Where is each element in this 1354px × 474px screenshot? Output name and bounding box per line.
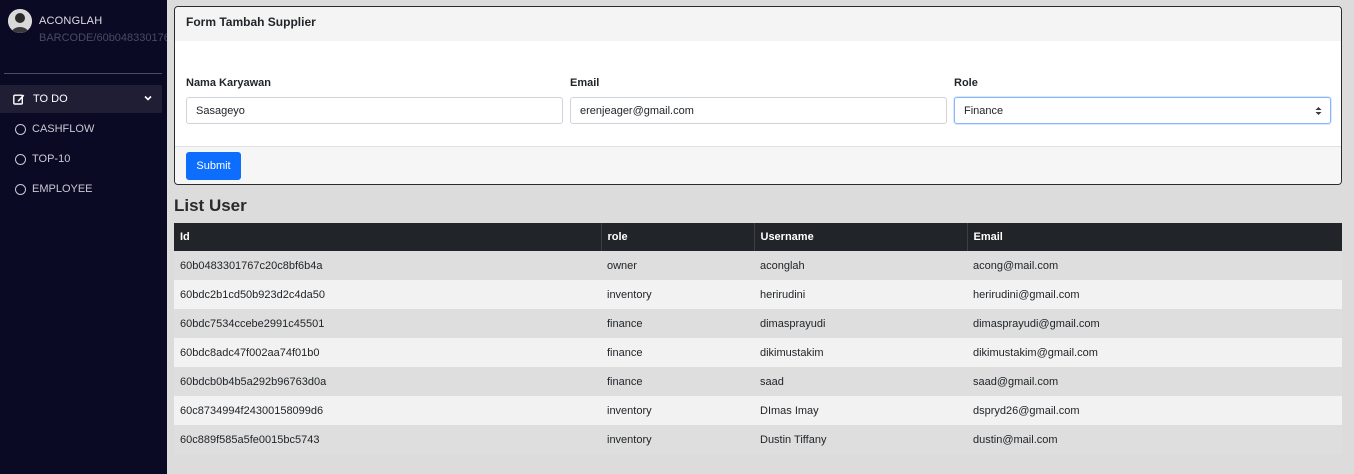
cell-username: herirudini xyxy=(754,280,967,309)
column-header-email[interactable]: Email xyxy=(966,223,1342,251)
circle-icon xyxy=(15,153,26,165)
table-row[interactable]: 60bdcb0b4b5a292b96763d0a finance saad sa… xyxy=(174,367,1342,396)
user-barcode: BARCODE/60b0483301767c20c8bf6b4a xyxy=(39,32,167,44)
submit-button[interactable]: Submit xyxy=(186,152,241,180)
form-body: Nama Karyawan Email Role Finance xyxy=(175,41,1341,146)
sidebar-item-top10[interactable]: TOP-10 xyxy=(0,145,162,173)
cell-role: inventory xyxy=(601,425,754,454)
user-name: ACONGLAH xyxy=(39,15,103,27)
table-header-row: Id role Username Email xyxy=(174,223,1342,251)
cell-role: finance xyxy=(601,367,754,396)
cell-role: owner xyxy=(601,251,754,280)
cell-username: dimasprayudi xyxy=(754,309,967,338)
column-header-role[interactable]: role xyxy=(600,223,754,251)
sidebar-divider xyxy=(4,73,162,74)
name-label: Nama Karyawan xyxy=(186,77,271,89)
edit-icon xyxy=(13,94,25,105)
cell-id: 60b0483301767c20c8bf6b4a xyxy=(174,251,601,280)
chevron-down-icon xyxy=(144,95,152,101)
supplier-form-card: Form Tambah Supplier Nama Karyawan Email… xyxy=(174,6,1342,185)
cell-id: 60bdc2b1cd50b923d2c4da50 xyxy=(174,280,601,309)
column-header-id[interactable]: Id xyxy=(174,223,601,251)
cell-id: 60bdc8adc47f002aa74f01b0 xyxy=(174,338,601,367)
form-title: Form Tambah Supplier xyxy=(175,7,1341,41)
cell-username: Dustin Tiffany xyxy=(754,425,967,454)
sidebar-nav: TO DO CASHFLOW TOP-10 EMPLOYEE xyxy=(0,85,162,205)
cell-id: 60bdc7534ccebe2991c45501 xyxy=(174,309,601,338)
cell-role: finance xyxy=(601,338,754,367)
name-field-group: Nama Karyawan xyxy=(186,77,563,124)
cell-role: inventory xyxy=(601,396,754,425)
table-row[interactable]: 60c8734994f24300158099d6 inventory DImas… xyxy=(174,396,1342,425)
sidebar-item-label: CASHFLOW xyxy=(32,123,95,135)
cell-username: DImas Imay xyxy=(754,396,967,425)
table-row[interactable]: 60bdc2b1cd50b923d2c4da50 inventory herir… xyxy=(174,280,1342,309)
cell-role: inventory xyxy=(601,280,754,309)
table-row[interactable]: 60bdc7534ccebe2991c45501 finance dimaspr… xyxy=(174,309,1342,338)
cell-email: acong@mail.com xyxy=(967,251,1342,280)
list-title: List User xyxy=(174,196,247,215)
users-table: Id role Username Email 60b0483301767c20c… xyxy=(174,223,1342,454)
avatar[interactable] xyxy=(8,9,32,33)
cell-username: dikimustakim xyxy=(754,338,967,367)
cell-email: dspryd26@gmail.com xyxy=(967,396,1342,425)
cell-email: saad@gmail.com xyxy=(967,367,1342,396)
email-label: Email xyxy=(570,77,600,89)
cell-id: 60bdcb0b4b5a292b96763d0a xyxy=(174,367,601,396)
cell-id: 60c8734994f24300158099d6 xyxy=(174,396,601,425)
cell-email: dustin@mail.com xyxy=(967,425,1342,454)
email-field-group: Email xyxy=(570,77,947,124)
table-row[interactable]: 60c889f585a5fe0015bc5743 inventory Dusti… xyxy=(174,425,1342,454)
sidebar-item-todo[interactable]: TO DO xyxy=(0,85,162,113)
sidebar-item-label: EMPLOYEE xyxy=(32,183,93,195)
cell-username: aconglah xyxy=(754,251,967,280)
sidebar-item-label: TOP-10 xyxy=(32,153,71,165)
cell-role: finance xyxy=(601,309,754,338)
circle-icon xyxy=(15,183,26,195)
name-input[interactable] xyxy=(186,97,563,124)
sidebar: ACONGLAH BARCODE/60b0483301767c20c8bf6b4… xyxy=(0,0,167,474)
circle-icon xyxy=(15,123,26,135)
scrollbar[interactable] xyxy=(1342,0,1354,474)
table-row[interactable]: 60b0483301767c20c8bf6b4a owner aconglah … xyxy=(174,251,1342,280)
sidebar-item-employee[interactable]: EMPLOYEE xyxy=(0,175,162,203)
sidebar-item-cashflow[interactable]: CASHFLOW xyxy=(0,115,162,143)
role-select-value: Finance xyxy=(964,104,1004,117)
select-arrows-icon xyxy=(1315,107,1322,115)
user-panel: ACONGLAH BARCODE/60b0483301767c20c8bf6b4… xyxy=(8,9,167,59)
cell-email: dikimustakim@gmail.com xyxy=(967,338,1342,367)
table-row[interactable]: 60bdc8adc47f002aa74f01b0 finance dikimus… xyxy=(174,338,1342,367)
cell-email: herirudini@gmail.com xyxy=(967,280,1342,309)
sidebar-item-label: TO DO xyxy=(33,93,68,105)
role-field-group: Role Finance xyxy=(954,77,1331,124)
role-select[interactable]: Finance xyxy=(954,97,1331,124)
cell-username: saad xyxy=(754,367,967,396)
role-label: Role xyxy=(954,77,978,89)
column-header-username[interactable]: Username xyxy=(753,223,967,251)
cell-id: 60c889f585a5fe0015bc5743 xyxy=(174,425,601,454)
email-input[interactable] xyxy=(570,97,947,124)
form-footer: Submit xyxy=(175,146,1341,184)
main-content: Form Tambah Supplier Nama Karyawan Email… xyxy=(167,0,1354,474)
cell-email: dimasprayudi@gmail.com xyxy=(967,309,1342,338)
